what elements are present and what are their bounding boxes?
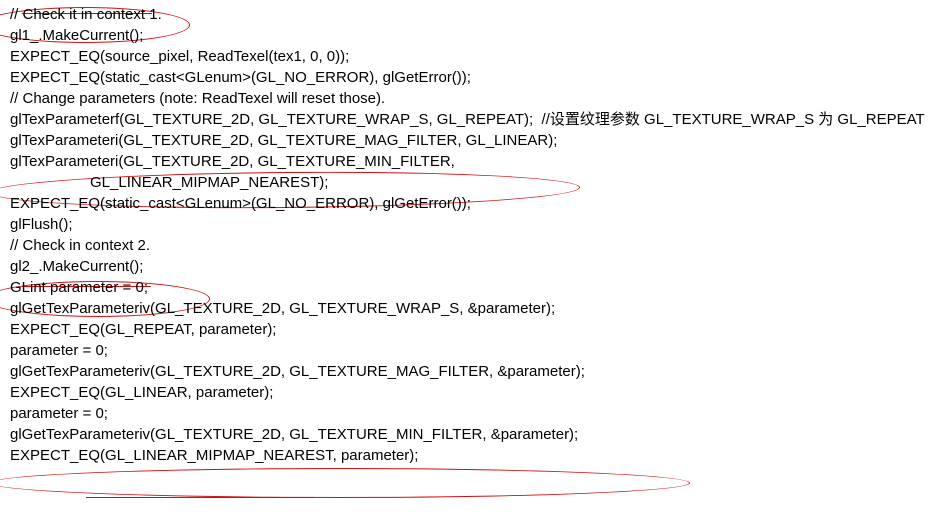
code-block: // Check it in context 1. gl1_.MakeCurre… bbox=[10, 4, 932, 466]
code-line: glTexParameterf(GL_TEXTURE_2D, GL_TEXTUR… bbox=[10, 109, 932, 130]
annotation-strike bbox=[86, 497, 314, 498]
code-line: parameter = 0; bbox=[10, 403, 932, 424]
code-line: glFlush(); bbox=[10, 214, 932, 235]
code-line: glGetTexParameteriv(GL_TEXTURE_2D, GL_TE… bbox=[10, 361, 932, 382]
code-line: EXPECT_EQ(GL_LINEAR_MIPMAP_NEAREST, para… bbox=[10, 445, 932, 466]
code-line: gl1_.MakeCurrent(); bbox=[10, 25, 932, 46]
code-line: glGetTexParameteriv(GL_TEXTURE_2D, GL_TE… bbox=[10, 424, 932, 445]
code-line: EXPECT_EQ(GL_LINEAR, parameter); bbox=[10, 382, 932, 403]
code-line: GL_LINEAR_MIPMAP_NEAREST); bbox=[10, 172, 932, 193]
code-line: glTexParameteri(GL_TEXTURE_2D, GL_TEXTUR… bbox=[10, 151, 932, 172]
code-line: GLint parameter = 0; bbox=[10, 277, 932, 298]
code-line: EXPECT_EQ(source_pixel, ReadTexel(tex1, … bbox=[10, 46, 932, 67]
code-line: parameter = 0; bbox=[10, 340, 932, 361]
code-line: gl2_.MakeCurrent(); bbox=[10, 256, 932, 277]
code-line: // Check in context 2. bbox=[10, 235, 932, 256]
code-line: // Change parameters (note: ReadTexel wi… bbox=[10, 88, 932, 109]
code-line: glGetTexParameteriv(GL_TEXTURE_2D, GL_TE… bbox=[10, 298, 932, 319]
annotation-ellipse bbox=[0, 468, 690, 498]
code-line: // Check it in context 1. bbox=[10, 4, 932, 25]
code-line: EXPECT_EQ(static_cast<GLenum>(GL_NO_ERRO… bbox=[10, 67, 932, 88]
code-line: glTexParameteri(GL_TEXTURE_2D, GL_TEXTUR… bbox=[10, 130, 932, 151]
code-line: EXPECT_EQ(GL_REPEAT, parameter); bbox=[10, 319, 932, 340]
code-line: EXPECT_EQ(static_cast<GLenum>(GL_NO_ERRO… bbox=[10, 193, 932, 214]
